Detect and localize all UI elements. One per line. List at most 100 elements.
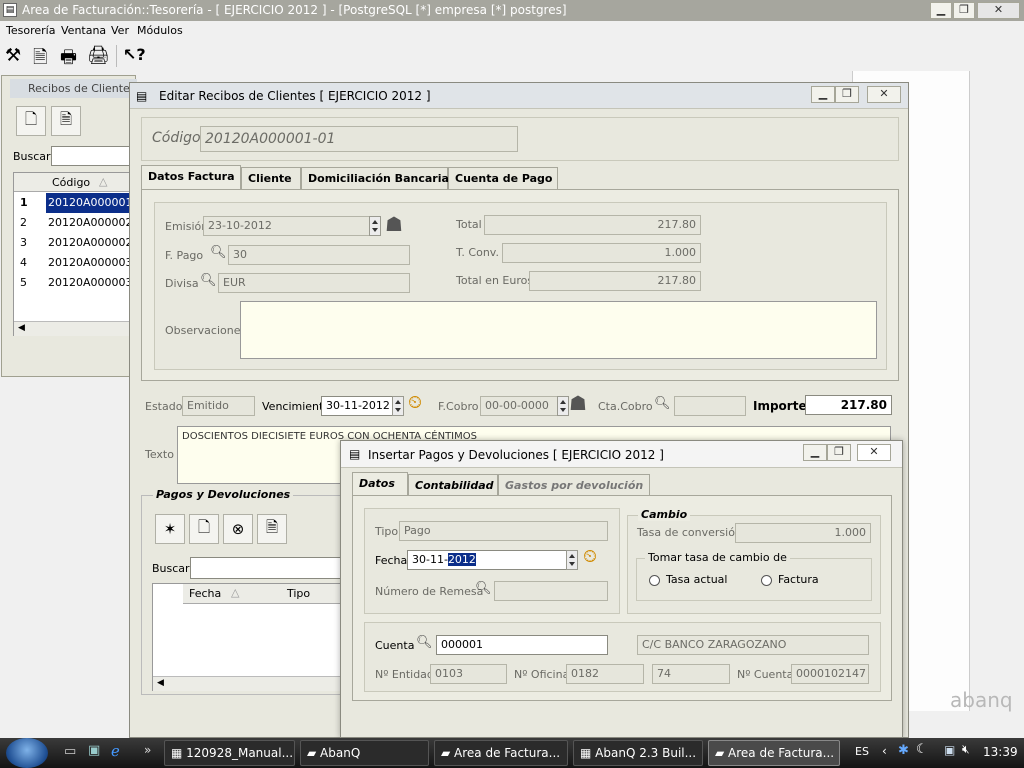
- insert-close-button[interactable]: ✕: [857, 444, 891, 461]
- fcobro-field[interactable]: 00-00-0000: [480, 396, 558, 416]
- remesa-search-icon[interactable]: 🔍︎: [475, 581, 492, 596]
- start-button[interactable]: [6, 738, 48, 768]
- menu-ventana[interactable]: Ventana: [61, 24, 106, 37]
- calendar-clock-icon[interactable]: ⏲: [583, 546, 597, 567]
- scroll-left-icon[interactable]: ◀: [157, 678, 164, 688]
- pagos-edit-button[interactable]: 🗋: [189, 514, 219, 544]
- tray-chevron-icon[interactable]: ‹: [882, 744, 887, 758]
- insert-maximize-button[interactable]: ❐: [827, 444, 851, 461]
- edit-maximize-button[interactable]: ❐: [835, 86, 859, 103]
- divisa-label: Divisa: [165, 277, 199, 290]
- insert-minimize-button[interactable]: ▁: [803, 444, 827, 461]
- help-icon[interactable]: ↖?: [123, 45, 146, 64]
- tab-domiciliacion[interactable]: Domiciliación Bancaria: [301, 167, 449, 189]
- edit-window-title: Editar Recibos de Clientes [ EJERCICIO 2…: [159, 89, 431, 103]
- radio-factura[interactable]: [761, 575, 772, 586]
- scroll-left-icon[interactable]: ◀: [18, 323, 25, 333]
- vencimiento-field[interactable]: 30-11-2012: [321, 396, 393, 416]
- fpago-search-icon[interactable]: 🔍︎: [210, 245, 227, 260]
- tab-cuenta-pago[interactable]: Cuenta de Pago: [448, 167, 558, 189]
- edit-minimize-button[interactable]: ▁: [811, 86, 835, 103]
- list-hscrollbar[interactable]: ◀: [14, 321, 138, 336]
- export-icon[interactable]: 🖨: [87, 45, 110, 66]
- edit-close-button[interactable]: ✕: [867, 86, 901, 103]
- ctacobro-search-icon[interactable]: 🔍︎: [654, 396, 671, 411]
- menu-ver[interactable]: Ver: [111, 24, 129, 37]
- overflow-chevron-icon[interactable]: »: [144, 743, 151, 757]
- show-desktop-icon[interactable]: ▭: [64, 744, 76, 759]
- list-window-title: Recibos de Clientes [: [28, 82, 144, 95]
- clock[interactable]: 13:39: [983, 745, 1018, 759]
- fecha-field[interactable]: 30-11-2012: [407, 550, 567, 570]
- taskbar-item-abanq[interactable]: ▰ AbanQ: [300, 740, 429, 766]
- app-maximize-button[interactable]: ❐: [953, 2, 975, 19]
- menu-tesoreria[interactable]: Tesorería: [6, 24, 55, 37]
- remesa-field[interactable]: [494, 581, 608, 601]
- table-row[interactable]: 1 20120A000001-0: [14, 193, 138, 213]
- list-table-header: Código △: [14, 173, 138, 192]
- estado-field: Emitido: [182, 396, 255, 416]
- moon-icon: ☾: [916, 742, 928, 757]
- taskbar-item-abanq-build[interactable]: ▦ AbanQ 2.3 Buil...: [573, 740, 703, 766]
- list-new-button[interactable]: 🗋: [16, 106, 46, 136]
- taskbar-item-manual[interactable]: ▦ 120928_Manual...: [164, 740, 295, 766]
- taskbar-item-label: AbanQ 2.3 Buil...: [595, 746, 697, 760]
- explorer-icon[interactable]: ▣: [88, 743, 100, 758]
- cambio-title: Cambio: [638, 508, 691, 521]
- fpago-field[interactable]: 30: [228, 245, 410, 265]
- tab-gastos[interactable]: Gastos por devolución: [498, 474, 650, 496]
- fecha-spinner[interactable]: [566, 550, 578, 570]
- tab-contabilidad[interactable]: Contabilidad: [408, 474, 498, 496]
- table-row[interactable]: 4 20120A000003-0: [14, 253, 143, 273]
- radio-tasa-actual[interactable]: [649, 575, 660, 586]
- codigo-field: 20120A000001-01: [200, 126, 518, 152]
- pagos-col-fecha[interactable]: Fecha: [189, 587, 221, 600]
- calendar-clock-icon[interactable]: ⏲: [408, 392, 422, 413]
- tools-icon[interactable]: ⚒: [5, 45, 21, 66]
- pagos-search-input[interactable]: [190, 557, 350, 579]
- volume-muted-icon[interactable]: 🔇︎: [962, 742, 970, 757]
- list-search-input[interactable]: [51, 146, 137, 166]
- abanq-icon: ▰: [715, 746, 729, 760]
- cuenta-search-icon[interactable]: 🔍︎: [416, 635, 433, 650]
- fcobro-calendar-icon[interactable]: ☗: [569, 391, 587, 415]
- divisa-search-icon[interactable]: 🔍︎: [200, 273, 217, 288]
- list-edit-button[interactable]: 🗎: [51, 106, 81, 136]
- list-col-codigo[interactable]: Código: [52, 176, 90, 189]
- calendar-icon[interactable]: ☗: [385, 212, 403, 236]
- pagos-delete-button[interactable]: ⊗: [223, 514, 253, 544]
- ctacobro-field[interactable]: [674, 396, 746, 416]
- app-close-button[interactable]: ✕: [977, 2, 1020, 19]
- taskbar-item-area2[interactable]: ▰ Area de Factura...: [708, 740, 840, 766]
- table-row[interactable]: 2 20120A000002-0: [14, 213, 143, 233]
- cambio-group: Cambio Tasa de conversión 1.000 Tomar ta…: [627, 508, 881, 614]
- pagos-hscrollbar[interactable]: ◀: [153, 676, 351, 691]
- emision-label: Emisión: [165, 220, 209, 233]
- divisa-field[interactable]: EUR: [218, 273, 410, 293]
- taskbar-item-area1[interactable]: ▰ Area de Factura...: [434, 740, 568, 766]
- pagos-col-tipo[interactable]: Tipo: [287, 587, 310, 600]
- table-row[interactable]: 3 20120A000002-0: [14, 233, 143, 253]
- pagos-new-button[interactable]: ✶: [155, 514, 185, 544]
- vencimiento-spinner[interactable]: [392, 396, 404, 416]
- insert-tabs: Datos Contabilidad Gastos por devolución: [352, 472, 892, 496]
- tab-datos-factura[interactable]: Datos Factura: [141, 165, 241, 189]
- observaciones-textarea[interactable]: [240, 301, 877, 359]
- language-indicator[interactable]: ES: [855, 745, 869, 758]
- abanq-icon: ▰: [441, 746, 455, 760]
- emision-spinner[interactable]: [369, 216, 381, 236]
- row-number: 3: [20, 236, 27, 249]
- codigo-label: Código: [152, 130, 201, 146]
- app-minimize-button[interactable]: ▁: [930, 2, 952, 19]
- tab-cliente[interactable]: Cliente: [241, 167, 301, 189]
- menu-modulos[interactable]: Módulos: [137, 24, 183, 37]
- pagos-view-button[interactable]: 🗎: [257, 514, 287, 544]
- tab-datos[interactable]: Datos: [352, 472, 408, 496]
- table-row[interactable]: 5 20120A000003-0: [14, 273, 143, 293]
- cuenta-field[interactable]: 000001: [436, 635, 608, 655]
- emision-field[interactable]: 23-10-2012: [203, 216, 370, 236]
- row-number: 1: [20, 196, 28, 209]
- ie-icon[interactable]: ℯ: [111, 742, 120, 760]
- fcobro-spinner[interactable]: [557, 396, 569, 416]
- pagos-search-label: Buscar: [152, 562, 190, 575]
